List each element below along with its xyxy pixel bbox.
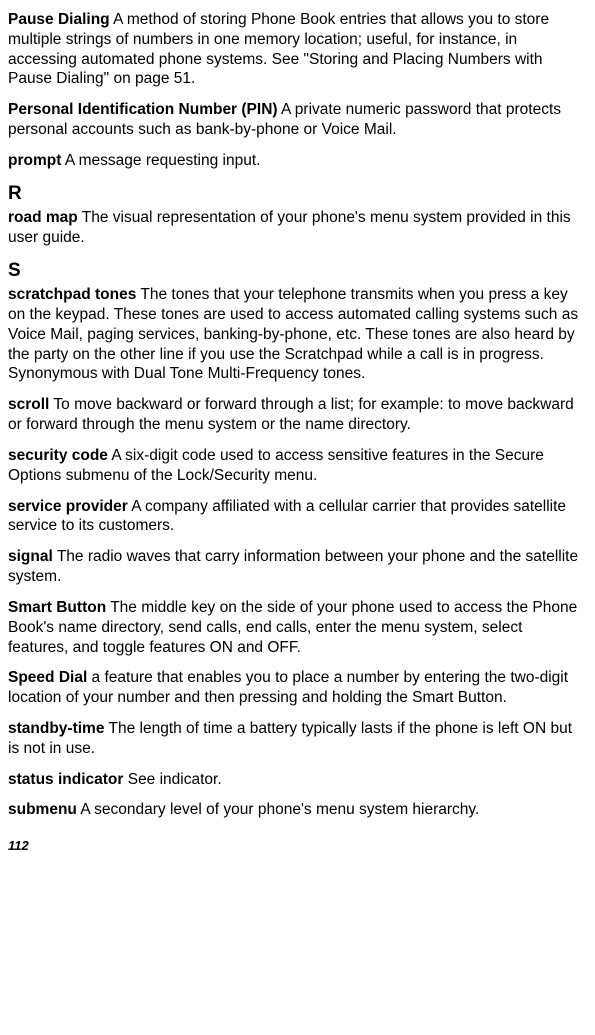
definition-text: A secondary level of your phone's menu s… bbox=[77, 801, 479, 818]
definition-text: To move backward or forward through a li… bbox=[8, 396, 574, 433]
definition-text: The radio waves that carry information b… bbox=[8, 548, 578, 585]
glossary-entry: scroll To move backward or forward throu… bbox=[8, 395, 583, 435]
glossary-entry: scratchpad tones The tones that your tel… bbox=[8, 285, 583, 384]
glossary-entry: Pause Dialing A method of storing Phone … bbox=[8, 10, 583, 89]
glossary-entry: standby-time The length of time a batter… bbox=[8, 719, 583, 759]
section-heading-r: R bbox=[8, 182, 583, 206]
term-pin: Personal Identification Number (PIN) bbox=[8, 101, 278, 118]
term-service-provider: service provider bbox=[8, 498, 128, 515]
term-smart-button: Smart Button bbox=[8, 599, 106, 616]
glossary-entry: Personal Identification Number (PIN) A p… bbox=[8, 100, 583, 140]
definition-text: The visual representation of your phone'… bbox=[8, 209, 571, 246]
term-pause-dialing: Pause Dialing bbox=[8, 11, 110, 28]
definition-text: See indicator. bbox=[123, 771, 221, 788]
term-prompt: prompt bbox=[8, 152, 61, 169]
glossary-entry: service provider A company affiliated wi… bbox=[8, 497, 583, 537]
glossary-entry: security code A six-digit code used to a… bbox=[8, 446, 583, 486]
glossary-entry: Speed Dial a feature that enables you to… bbox=[8, 668, 583, 708]
term-scroll: scroll bbox=[8, 396, 49, 413]
section-heading-s: S bbox=[8, 259, 583, 283]
glossary-entry: prompt A message requesting input. bbox=[8, 151, 583, 171]
term-road-map: road map bbox=[8, 209, 78, 226]
glossary-entry: submenu A secondary level of your phone'… bbox=[8, 800, 583, 820]
term-security-code: security code bbox=[8, 447, 108, 464]
glossary-entry: signal The radio waves that carry inform… bbox=[8, 547, 583, 587]
term-scratchpad-tones: scratchpad tones bbox=[8, 286, 136, 303]
glossary-entry: road map The visual representation of yo… bbox=[8, 208, 583, 248]
glossary-entry: status indicator See indicator. bbox=[8, 770, 583, 790]
term-signal: signal bbox=[8, 548, 53, 565]
glossary-entry: Smart Button The middle key on the side … bbox=[8, 598, 583, 657]
definition-text: A message requesting input. bbox=[61, 152, 260, 169]
definition-text: a feature that enables you to place a nu… bbox=[8, 669, 568, 706]
document-page: Pause Dialing A method of storing Phone … bbox=[0, 0, 595, 855]
page-number: 112 bbox=[8, 838, 583, 855]
term-submenu: submenu bbox=[8, 801, 77, 818]
term-status-indicator: status indicator bbox=[8, 771, 123, 788]
term-standby-time: standby-time bbox=[8, 720, 104, 737]
term-speed-dial: Speed Dial bbox=[8, 669, 87, 686]
